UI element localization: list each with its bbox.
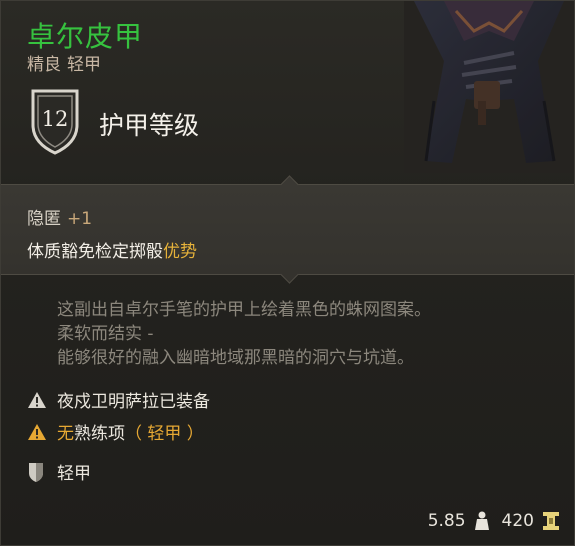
item-tooltip: 卓尔皮甲 精良 轻甲 12 护甲等级 隐匿 +1 体质豁免检定掷骰优势 这副出自卓尔… xyxy=(0,0,575,546)
equipped-status: 夜戍卫明萨拉已装备 xyxy=(27,387,210,412)
armor-type-row: 轻甲 xyxy=(27,459,91,484)
item-name: 卓尔皮甲 xyxy=(27,20,144,53)
armor-type-text: 轻甲 xyxy=(57,464,91,484)
tooltip-footer: 5.85 420 xyxy=(428,510,560,532)
item-category: 轻甲 xyxy=(67,55,101,75)
weight-value: 5.85 xyxy=(427,511,466,531)
armor-class-value: 12 xyxy=(41,107,69,131)
advantage-keyword[interactable]: 优势 xyxy=(163,242,197,262)
properties-panel: 隐匿 +1 体质豁免检定掷骰优势 xyxy=(1,175,574,284)
item-subtitle: 精良 轻甲 xyxy=(27,50,101,75)
stealth-bonus: 隐匿 +1 xyxy=(27,204,92,229)
stealth-value: +1 xyxy=(67,209,93,229)
stealth-label: 隐匿 xyxy=(27,209,61,229)
proficiency-no: 无 xyxy=(57,424,74,444)
item-description: 这副出自卓尔手笔的护甲上绘着黑色的蛛网图案。 柔软而结实 - 能够很好的融入幽暗… xyxy=(57,298,557,370)
armor-type-icon xyxy=(29,462,43,482)
proficiency-warning: 无熟练项（ 轻甲 ） xyxy=(27,419,204,444)
divider-notch-bottom xyxy=(280,265,299,284)
description-line: 柔软而结实 - xyxy=(57,324,154,344)
advantage-text: 体质豁免检定掷骰 xyxy=(27,242,163,262)
advantage-property: 体质豁免检定掷骰优势 xyxy=(27,237,197,262)
armor-class-label: 护甲等级 xyxy=(99,111,200,140)
equipped-text: 夜戍卫明萨拉已装备 xyxy=(57,392,210,412)
item-rarity: 精良 xyxy=(27,55,61,75)
proficiency-label[interactable]: 熟练项 xyxy=(74,419,125,444)
tooltip-header: 卓尔皮甲 精良 轻甲 12 护甲等级 xyxy=(1,1,574,184)
info-triangle-icon xyxy=(28,391,46,408)
description-line: 能够很好的融入幽暗地域那黑暗的洞穴与坑道。 xyxy=(57,348,414,368)
gold-icon xyxy=(543,512,559,530)
warning-triangle-icon xyxy=(28,423,46,440)
weight-icon xyxy=(474,511,489,530)
description-line: 这副出自卓尔手笔的护甲上绘着黑色的蛛网图案。 xyxy=(57,300,431,320)
leather-armor-image xyxy=(404,1,574,173)
price-value: 420 xyxy=(501,511,534,531)
proficiency-type: （ 轻甲 ） xyxy=(125,424,204,444)
